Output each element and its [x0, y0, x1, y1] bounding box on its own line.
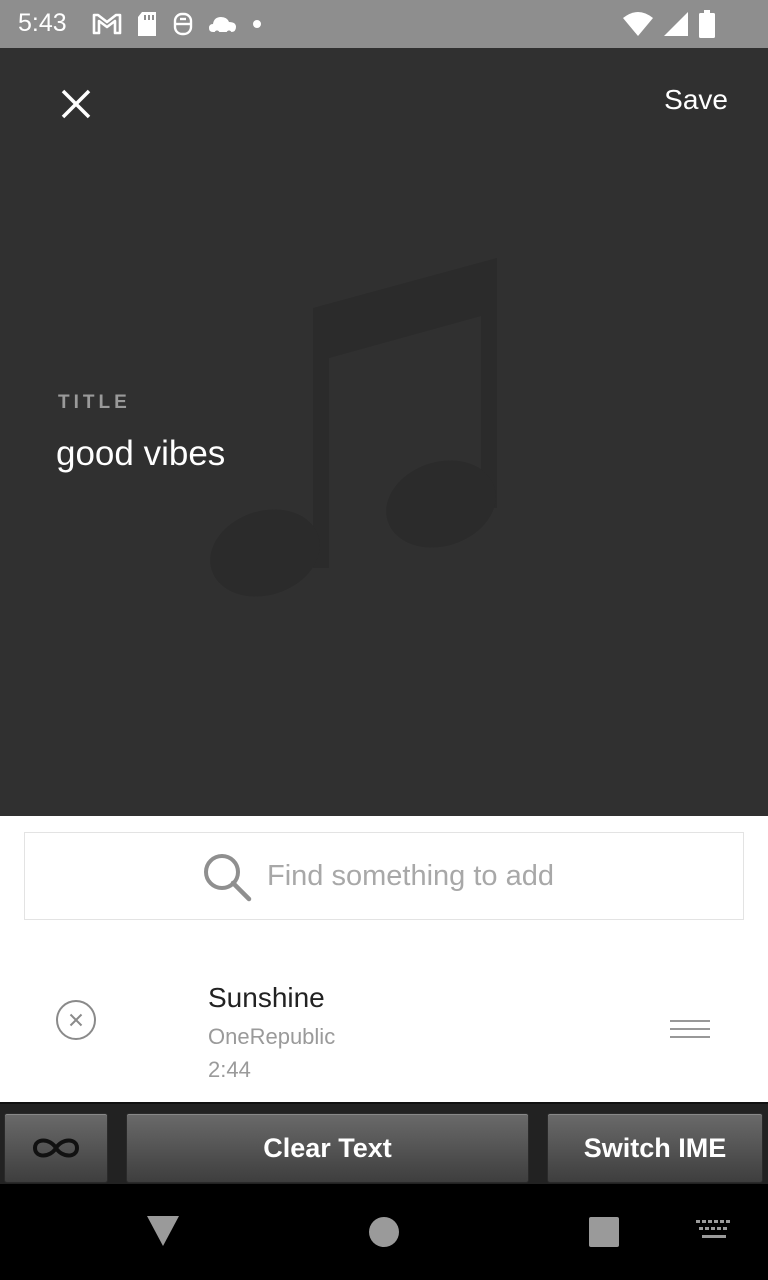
status-bar: 5:43: [0, 0, 768, 48]
track-artist: OneRepublic: [208, 1024, 336, 1049]
sd-card-icon: [138, 12, 156, 36]
close-button[interactable]: [50, 78, 102, 130]
status-icons-right: [622, 8, 716, 40]
playlist-header: Save TITLE good vibes: [0, 48, 768, 816]
save-button[interactable]: Save: [664, 84, 728, 116]
search-icon: [204, 854, 252, 902]
switch-ime-button[interactable]: Switch IME: [547, 1113, 763, 1183]
dot-icon: [253, 20, 261, 28]
cell-signal-icon: [664, 12, 688, 36]
infinity-button[interactable]: [4, 1113, 108, 1183]
drag-handle-icon[interactable]: [668, 1010, 712, 1050]
track-row[interactable]: Sunshine OneRepublic 2:44: [0, 972, 768, 1102]
home-icon[interactable]: [368, 1216, 400, 1248]
search-input[interactable]: Find something to add: [24, 832, 744, 920]
gmail-icon: [92, 13, 122, 35]
navigation-bar: [0, 1184, 768, 1280]
status-time: 5:43: [18, 9, 67, 37]
status-icons-left: [92, 10, 262, 38]
close-icon: [61, 89, 91, 119]
recents-icon[interactable]: [589, 1217, 619, 1247]
back-icon[interactable]: [144, 1212, 182, 1250]
cloud-icon: [209, 17, 236, 36]
wifi-icon: [623, 12, 653, 36]
track-duration: 2:44: [208, 1057, 251, 1082]
content-area: Find something to add Sunshine OneRepubl…: [0, 816, 768, 1102]
ime-toolbar: Clear Text Switch IME: [0, 1102, 768, 1184]
robot-icon: [173, 12, 193, 36]
title-input[interactable]: good vibes: [56, 434, 225, 474]
keyboard-icon[interactable]: [696, 1220, 732, 1242]
track-title: Sunshine: [208, 982, 325, 1013]
infinity-icon: [32, 1138, 80, 1158]
music-note-icon: [210, 258, 497, 597]
title-label: TITLE: [58, 392, 131, 413]
remove-track-button[interactable]: [54, 998, 98, 1042]
battery-icon: [699, 10, 715, 38]
remove-circle-icon: [56, 1000, 96, 1040]
search-placeholder: Find something to add: [267, 860, 554, 892]
clear-text-button[interactable]: Clear Text: [126, 1113, 529, 1183]
